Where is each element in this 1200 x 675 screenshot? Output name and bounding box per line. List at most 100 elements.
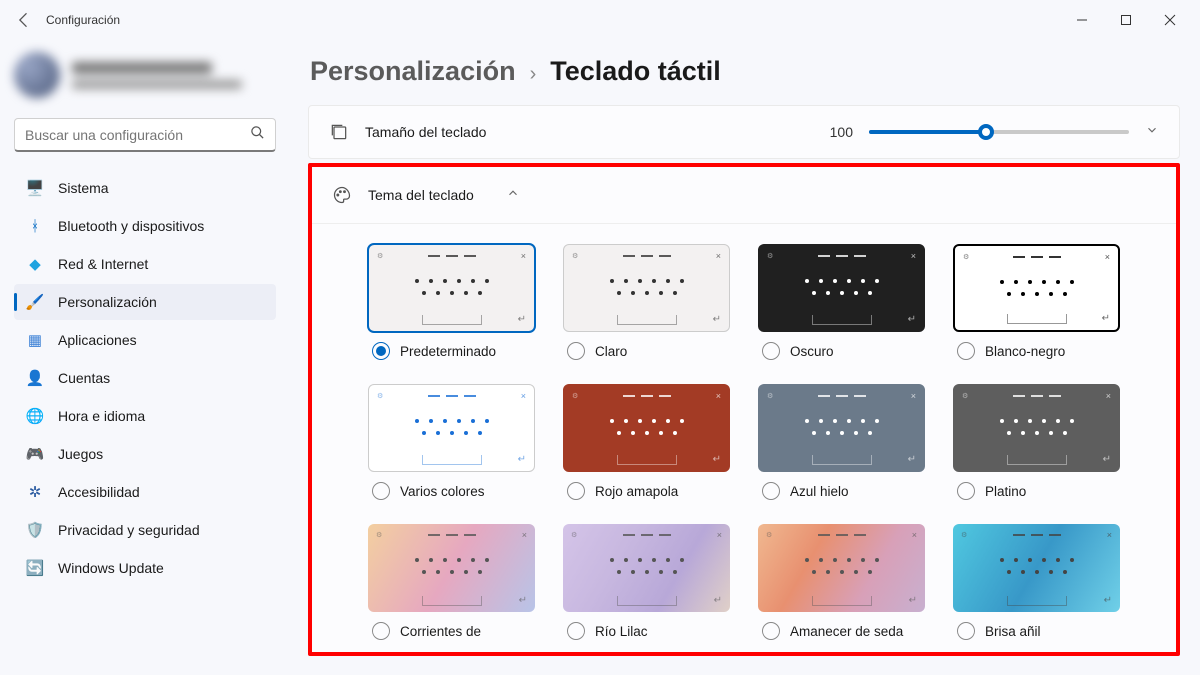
nav-label: Cuentas [58, 370, 110, 386]
chevron-right-icon: › [530, 63, 537, 86]
nav-item-bluetooth-y-dispositivos[interactable]: ᚼBluetooth y dispositivos [14, 208, 276, 244]
sidebar: 🖥️SistemaᚼBluetooth y dispositivos ◆ Red &… [0, 40, 290, 675]
nav-label: Red & Internet [58, 256, 148, 272]
theme-radio[interactable] [957, 482, 975, 500]
theme-preview: ⚙×↵ [368, 524, 535, 612]
nav-item-hora-e-idioma[interactable]: 🌐Hora e idioma [14, 398, 276, 434]
theme-name: Rojo amapola [595, 484, 678, 499]
theme-radio[interactable] [957, 342, 975, 360]
theme-radio[interactable] [762, 342, 780, 360]
resize-icon [329, 122, 349, 142]
theme-name: Varios colores [400, 484, 485, 499]
minimize-button[interactable] [1060, 4, 1104, 36]
chevron-up-icon [506, 186, 520, 200]
theme-name: Predeterminado [400, 344, 496, 359]
nav-label: Aplicaciones [58, 332, 137, 348]
nav-icon: 🎮 [26, 445, 44, 463]
palette-icon [332, 185, 352, 205]
nav-item-sistema[interactable]: 🖥️Sistema [14, 170, 276, 206]
theme-section-header[interactable]: Tema del teclado [312, 167, 1176, 224]
arrow-left-icon [14, 10, 34, 30]
nav-icon: 🔄 [26, 559, 44, 577]
nav-label: Sistema [58, 180, 109, 196]
theme-option[interactable]: ⚙×↵Claro [563, 244, 730, 360]
nav-icon: ✲ [26, 483, 44, 501]
theme-name: Claro [595, 344, 627, 359]
nav-icon: ▦ [26, 331, 44, 349]
theme-option[interactable]: ⚙×↵ Oscuro [758, 244, 925, 360]
nav-item-cuentas[interactable]: 👤 Cuentas [14, 360, 276, 396]
nav-icon: 🌐 [26, 407, 44, 425]
nav-icon: 🖌️ [26, 293, 44, 311]
theme-preview: ⚙×↵ [758, 524, 925, 612]
theme-option[interactable]: ⚙×↵ Platino [953, 384, 1120, 500]
theme-radio[interactable] [567, 342, 585, 360]
collapse-theme-button[interactable] [506, 186, 520, 205]
search-icon [250, 125, 265, 145]
theme-name: Amanecer de seda [790, 624, 903, 639]
nav-item-personalizaci-n[interactable]: 🖌️ Personalización [14, 284, 276, 320]
page-title: Teclado táctil [550, 56, 721, 87]
breadcrumb-parent[interactable]: Personalización [310, 56, 516, 87]
theme-option[interactable]: ⚙×↵Rojo amapola [563, 384, 730, 500]
theme-option[interactable]: ⚙×↵ Azul hielo [758, 384, 925, 500]
nav-item-red-internet[interactable]: ◆ Red & Internet [14, 246, 276, 282]
theme-option[interactable]: ⚙×↵ Brisa añil [953, 524, 1120, 640]
theme-preview: ⚙×↵ [953, 384, 1120, 472]
size-value: 100 [830, 124, 853, 140]
theme-radio[interactable] [372, 622, 390, 640]
nav-item-accesibilidad[interactable]: ✲Accesibilidad [14, 474, 276, 510]
nav-icon: 🛡️ [26, 521, 44, 539]
nav-item-juegos[interactable]: 🎮 Juegos [14, 436, 276, 472]
theme-preview: ⚙×↵ [758, 244, 925, 332]
chevron-down-icon [1145, 123, 1159, 137]
avatar [14, 52, 60, 98]
nav-label: Bluetooth y dispositivos [58, 218, 204, 234]
nav-icon: ◆ [26, 255, 44, 273]
nav-label: Personalización [58, 294, 157, 310]
search-input[interactable] [25, 127, 250, 143]
theme-radio[interactable] [567, 482, 585, 500]
keyboard-size-card[interactable]: Tamaño del teclado 100 [308, 105, 1180, 159]
theme-preview: ⚙×↵ [953, 524, 1120, 612]
window-title: Configuración [46, 13, 120, 27]
theme-option[interactable]: ⚙×↵ Corrientes de [368, 524, 535, 640]
maximize-button[interactable] [1104, 4, 1148, 36]
main-content: Personalización › Teclado táctil Tamaño … [290, 40, 1200, 675]
nav-item-privacidad-y-seguridad[interactable]: 🛡️Privacidad y seguridad [14, 512, 276, 548]
theme-name: Brisa añil [985, 624, 1041, 639]
nav-label: Juegos [58, 446, 103, 462]
theme-option[interactable]: ⚙×↵ Amanecer de seda [758, 524, 925, 640]
nav-label: Windows Update [58, 560, 164, 576]
theme-option[interactable]: ⚙×↵Varios colores [368, 384, 535, 500]
theme-radio[interactable] [957, 622, 975, 640]
back-button[interactable] [8, 4, 40, 36]
theme-radio[interactable] [372, 342, 390, 360]
nav-list: 🖥️SistemaᚼBluetooth y dispositivos ◆ Red &… [14, 170, 276, 586]
search-box[interactable] [14, 118, 276, 152]
nav-icon: 👤 [26, 369, 44, 387]
theme-radio[interactable] [762, 482, 780, 500]
theme-option[interactable]: ⚙×↵Predeterminado [368, 244, 535, 360]
nav-item-aplicaciones[interactable]: ▦ Aplicaciones [14, 322, 276, 358]
theme-radio[interactable] [567, 622, 585, 640]
theme-option[interactable]: ⚙×↵Río Lilac [563, 524, 730, 640]
expand-size-button[interactable] [1145, 123, 1159, 142]
theme-radio[interactable] [372, 482, 390, 500]
theme-preview: ⚙×↵ [953, 244, 1120, 332]
theme-name: Azul hielo [790, 484, 849, 499]
theme-option[interactable]: ⚙×↵ Blanco-negro [953, 244, 1120, 360]
nav-item-windows-update[interactable]: 🔄 Windows Update [14, 550, 276, 586]
user-profile[interactable] [14, 46, 276, 104]
slider-thumb[interactable] [978, 124, 994, 140]
theme-name: Oscuro [790, 344, 834, 359]
theme-radio[interactable] [762, 622, 780, 640]
close-button[interactable] [1148, 4, 1192, 36]
size-label: Tamaño del teclado [365, 124, 486, 140]
theme-name: Corrientes de [400, 624, 481, 639]
theme-name: Blanco-negro [985, 344, 1065, 359]
theme-preview: ⚙×↵ [758, 384, 925, 472]
theme-preview: ⚙×↵ [563, 524, 730, 612]
size-slider[interactable] [869, 122, 1129, 142]
theme-name: Platino [985, 484, 1026, 499]
